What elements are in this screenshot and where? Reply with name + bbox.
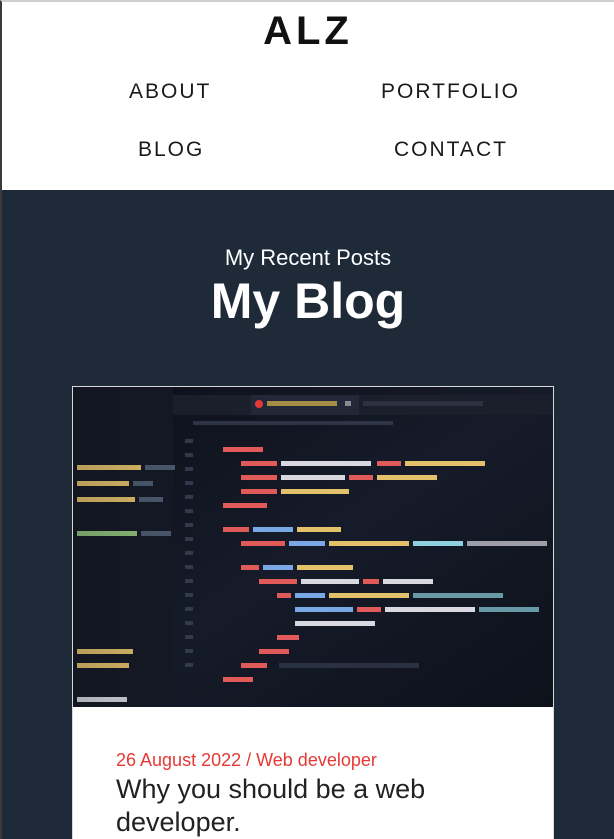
post-date-category: 26 August 2022 / Web developer — [116, 750, 377, 770]
nav-contact-link[interactable]: CONTACT — [394, 137, 508, 163]
nav-portfolio-link[interactable]: PORTFOLIO — [381, 79, 520, 105]
nav-blog-link[interactable]: BLOG — [138, 137, 204, 163]
browser-viewport: ALZ ABOUT PORTFOLIO BLOG CONTACT My Rece… — [0, 0, 614, 839]
site-header: ALZ ABOUT PORTFOLIO BLOG CONTACT — [2, 2, 614, 190]
blog-section: My Recent Posts My Blog 26 August 2022 /… — [2, 190, 614, 839]
post-title-link[interactable]: Why you should be a web developer. — [116, 773, 516, 839]
blog-post-card[interactable]: 26 August 2022 / Web developer Why you s… — [72, 386, 554, 839]
site-logo[interactable]: ALZ — [2, 8, 614, 54]
post-thumbnail-image[interactable] — [73, 387, 553, 707]
nav-about-link[interactable]: ABOUT — [129, 79, 211, 105]
section-title: My Blog — [210, 273, 406, 329]
code-editor-photo-icon — [73, 387, 553, 707]
section-subtitle: My Recent Posts — [224, 245, 392, 270]
